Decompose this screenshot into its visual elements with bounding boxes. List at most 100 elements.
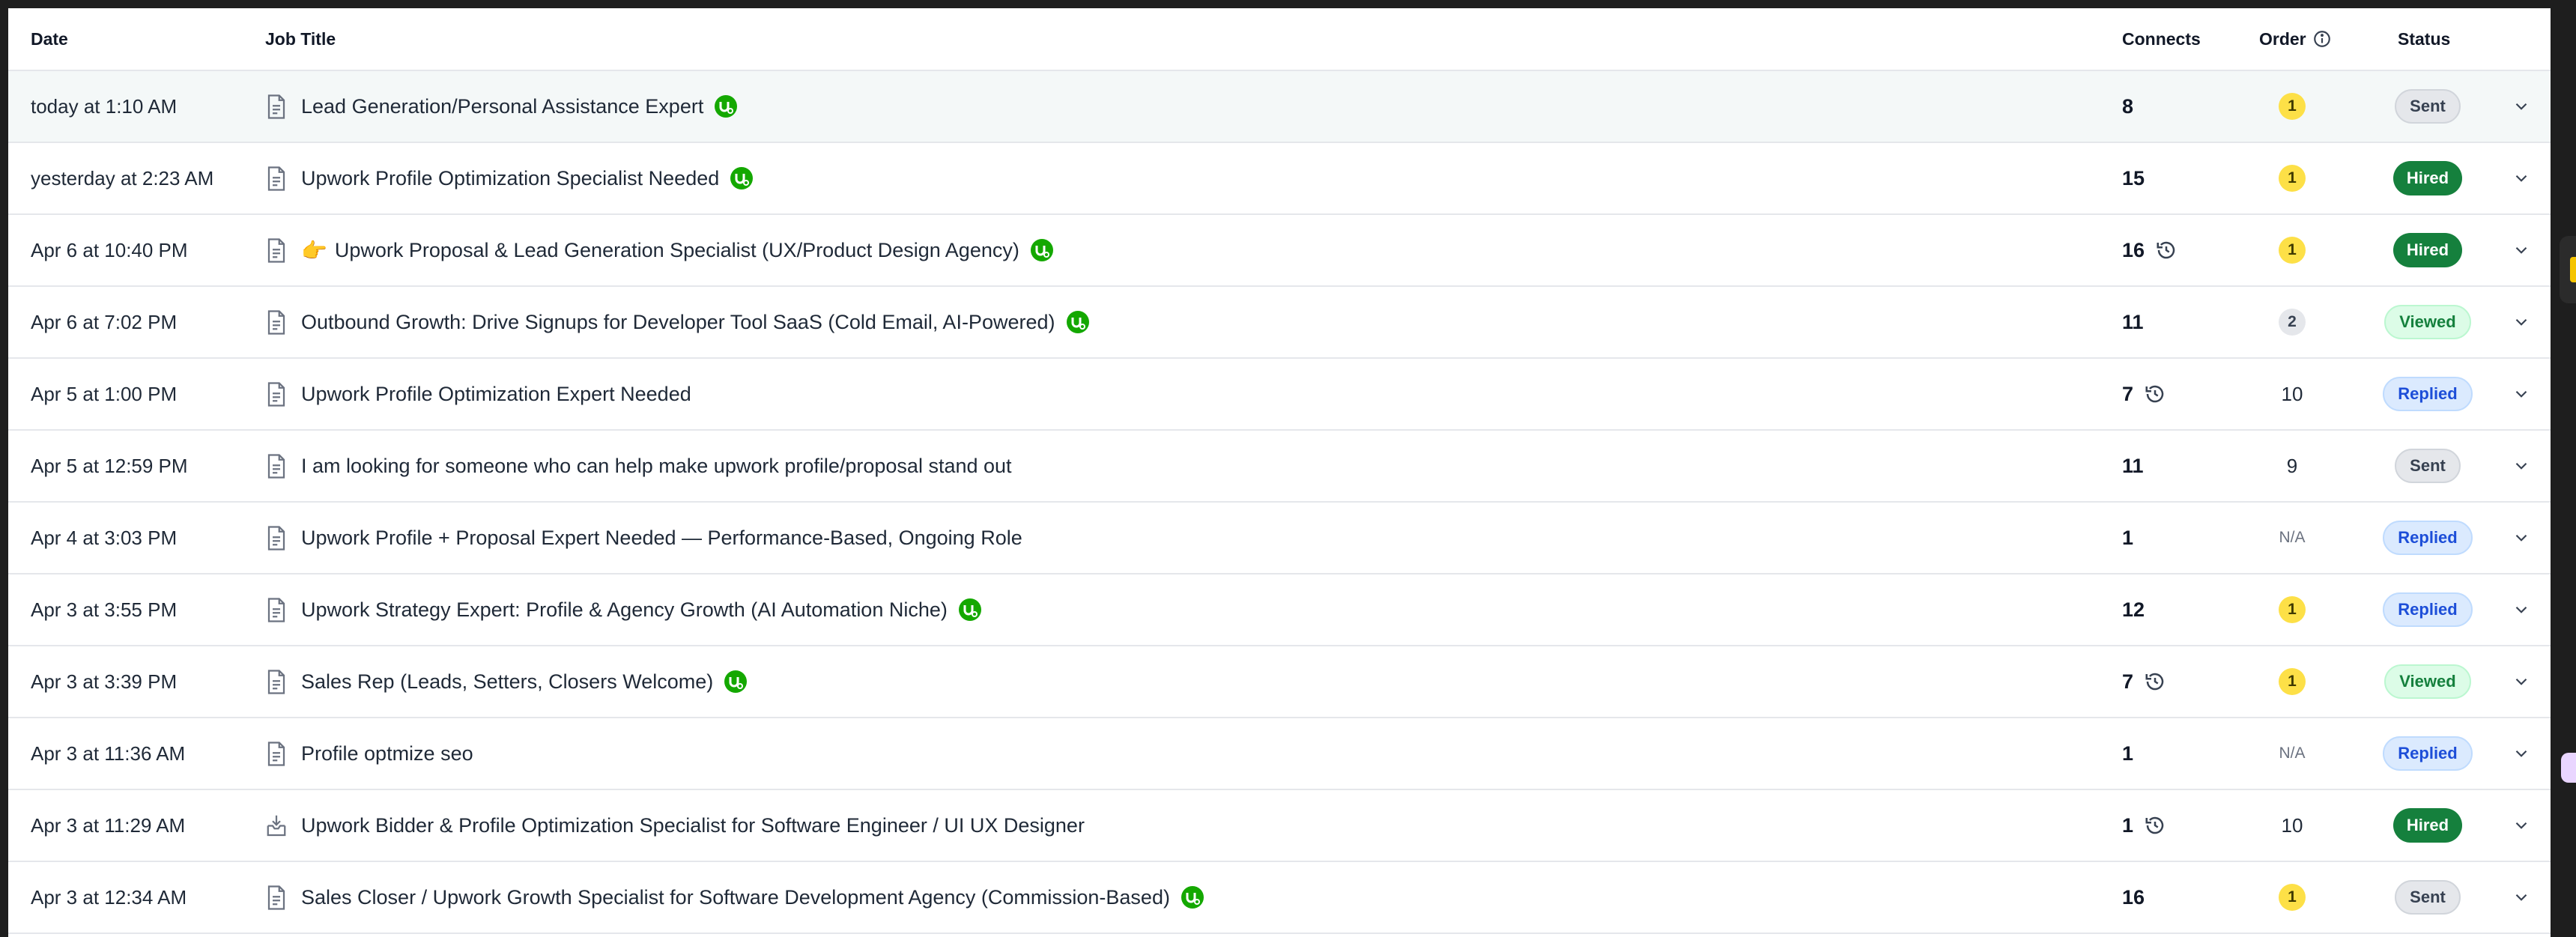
- row-date: Apr 4 at 3:03 PM: [31, 526, 178, 549]
- table-row[interactable]: Apr 3 at 11:29 AM Upwork Bidder & Profil…: [8, 790, 2551, 862]
- chevron-down-icon[interactable]: [2512, 384, 2531, 404]
- status-badge: Viewed: [2384, 305, 2471, 339]
- job-title-link[interactable]: Upwork Profile Optimization Specialist N…: [301, 167, 719, 190]
- chevron-down-icon[interactable]: [2512, 240, 2531, 260]
- header-connects[interactable]: Connects: [2122, 8, 2227, 70]
- row-date: Apr 6 at 7:02 PM: [31, 310, 178, 333]
- job-title-link[interactable]: Upwork Bidder & Profile Optimization Spe…: [301, 814, 1085, 837]
- row-date: Apr 3 at 3:55 PM: [31, 598, 178, 621]
- table-row[interactable]: Apr 3 at 12:34 AM Sales Closer / Upwork …: [8, 862, 2551, 934]
- table-row[interactable]: Apr 6 at 7:02 PM Outbound Growth: Drive …: [8, 287, 2551, 359]
- order-value: N/A: [2279, 529, 2306, 546]
- upwork-badge-icon: [1181, 885, 1204, 909]
- header-status[interactable]: Status: [2398, 8, 2525, 70]
- upwork-badge-icon: [1030, 238, 1054, 262]
- order-badge: 1: [2279, 596, 2306, 623]
- status-badge: Replied: [2383, 377, 2473, 411]
- order-badge: 1: [2279, 237, 2306, 264]
- job-title-link[interactable]: I am looking for someone who can help ma…: [301, 455, 1012, 478]
- connects-value: 7: [2122, 670, 2134, 693]
- job-title-link[interactable]: Lead Generation/Personal Assistance Expe…: [301, 95, 703, 118]
- table-row[interactable]: Apr 6 at 10:40 PM 👉 Upwork Proposal & Le…: [8, 215, 2551, 287]
- job-title-link[interactable]: Upwork Proposal & Lead Generation Specia…: [335, 239, 1019, 262]
- row-date: Apr 3 at 12:34 AM: [31, 885, 187, 909]
- document-icon: [265, 885, 288, 910]
- pointing-hand-icon: 👉: [301, 238, 327, 262]
- table-row[interactable]: Apr 5 at 12:59 PM I am looking for someo…: [8, 431, 2551, 503]
- row-date: Apr 3 at 11:36 AM: [31, 742, 186, 765]
- header-job-title[interactable]: Job Title: [265, 8, 2085, 70]
- document-icon: [265, 166, 288, 191]
- side-extension-tab[interactable]: [2560, 236, 2576, 303]
- header-order[interactable]: Order: [2259, 8, 2357, 70]
- job-title-link[interactable]: Sales Closer / Upwork Growth Specialist …: [301, 886, 1170, 909]
- upwork-badge-icon: [730, 166, 754, 190]
- table-row[interactable]: today at 1:10 AM Lead Generation/Persona…: [8, 71, 2551, 143]
- connects-value: 15: [2122, 166, 2145, 189]
- upwork-badge-icon: [958, 598, 982, 622]
- connects-value: 1: [2122, 813, 2134, 837]
- history-icon: [2155, 239, 2178, 261]
- inbox-download-icon: [265, 813, 288, 838]
- chevron-down-icon[interactable]: [2512, 456, 2531, 476]
- connects-value: 12: [2122, 598, 2145, 621]
- table-row[interactable]: Apr 3 at 3:55 PM Upwork Strategy Expert:…: [8, 574, 2551, 646]
- order-value: N/A: [2279, 745, 2306, 762]
- proposals-table: Date Job Title Connects Order Status tod…: [8, 8, 2551, 937]
- connects-value: 8: [2122, 94, 2134, 118]
- connects-value: 16: [2122, 238, 2145, 261]
- document-icon: [265, 237, 288, 263]
- job-title-link[interactable]: Sales Rep (Leads, Setters, Closers Welco…: [301, 670, 713, 694]
- order-badge: 1: [2279, 93, 2306, 120]
- row-date: Apr 5 at 1:00 PM: [31, 382, 178, 405]
- upwork-badge-icon: [714, 94, 738, 118]
- status-badge: Hired: [2392, 161, 2463, 195]
- connects-value: 16: [2122, 885, 2145, 909]
- table-row[interactable]: Apr 4 at 3:03 PM Upwork Profile + Propos…: [8, 503, 2551, 574]
- chevron-down-icon[interactable]: [2512, 312, 2531, 332]
- job-title-link[interactable]: Upwork Profile + Proposal Expert Needed …: [301, 527, 1022, 550]
- order-badge: 1: [2279, 884, 2306, 911]
- chevron-down-icon[interactable]: [2512, 816, 2531, 835]
- table-row[interactable]: Apr 3 at 3:39 PM Sales Rep (Leads, Sette…: [8, 646, 2551, 718]
- side-chat-chip[interactable]: [2561, 753, 2576, 783]
- order-badge: 1: [2279, 668, 2306, 695]
- job-title-link[interactable]: Upwork Profile Optimization Expert Neede…: [301, 383, 691, 406]
- connects-value: 1: [2122, 526, 2134, 549]
- order-value: 10: [2281, 813, 2303, 837]
- chevron-down-icon[interactable]: [2512, 169, 2531, 188]
- chevron-down-icon[interactable]: [2512, 744, 2531, 763]
- chevron-down-icon[interactable]: [2512, 888, 2531, 907]
- table-row[interactable]: yesterday at 2:23 AM Upwork Profile Opti…: [8, 143, 2551, 215]
- document-icon: [265, 94, 288, 119]
- status-badge: Viewed: [2384, 664, 2471, 699]
- row-date: today at 1:10 AM: [31, 94, 178, 118]
- header-date[interactable]: Date: [31, 8, 255, 70]
- job-title-link[interactable]: Profile optmize seo: [301, 742, 473, 765]
- connects-value: 7: [2122, 382, 2134, 405]
- row-date: Apr 6 at 10:40 PM: [31, 238, 188, 261]
- table-row[interactable]: Apr 5 at 1:00 PM Upwork Profile Optimiza…: [8, 359, 2551, 431]
- document-icon: [265, 741, 288, 766]
- history-icon: [2144, 670, 2166, 693]
- row-date: Apr 3 at 3:39 PM: [31, 670, 178, 693]
- job-title-link[interactable]: Outbound Growth: Drive Signups for Devel…: [301, 311, 1055, 334]
- order-badge: 2: [2279, 309, 2306, 336]
- row-date: Apr 5 at 12:59 PM: [31, 454, 188, 477]
- chevron-down-icon[interactable]: [2512, 600, 2531, 619]
- document-icon: [265, 381, 288, 407]
- status-badge: Sent: [2395, 880, 2461, 915]
- chevron-down-icon[interactable]: [2512, 528, 2531, 548]
- header-order-label: Order: [2259, 28, 2306, 49]
- info-icon[interactable]: [2312, 29, 2332, 49]
- document-icon: [265, 597, 288, 622]
- table-row[interactable]: Apr 3 at 11:36 AM Profile optmize seo 1 …: [8, 718, 2551, 790]
- status-badge: Sent: [2395, 449, 2461, 483]
- job-title-link[interactable]: Upwork Strategy Expert: Profile & Agency…: [301, 598, 948, 622]
- chevron-down-icon[interactable]: [2512, 672, 2531, 691]
- order-value: 10: [2281, 382, 2303, 405]
- chevron-down-icon[interactable]: [2512, 97, 2531, 116]
- status-badge: Sent: [2395, 89, 2461, 124]
- order-badge: 1: [2279, 165, 2306, 192]
- document-icon: [265, 525, 288, 551]
